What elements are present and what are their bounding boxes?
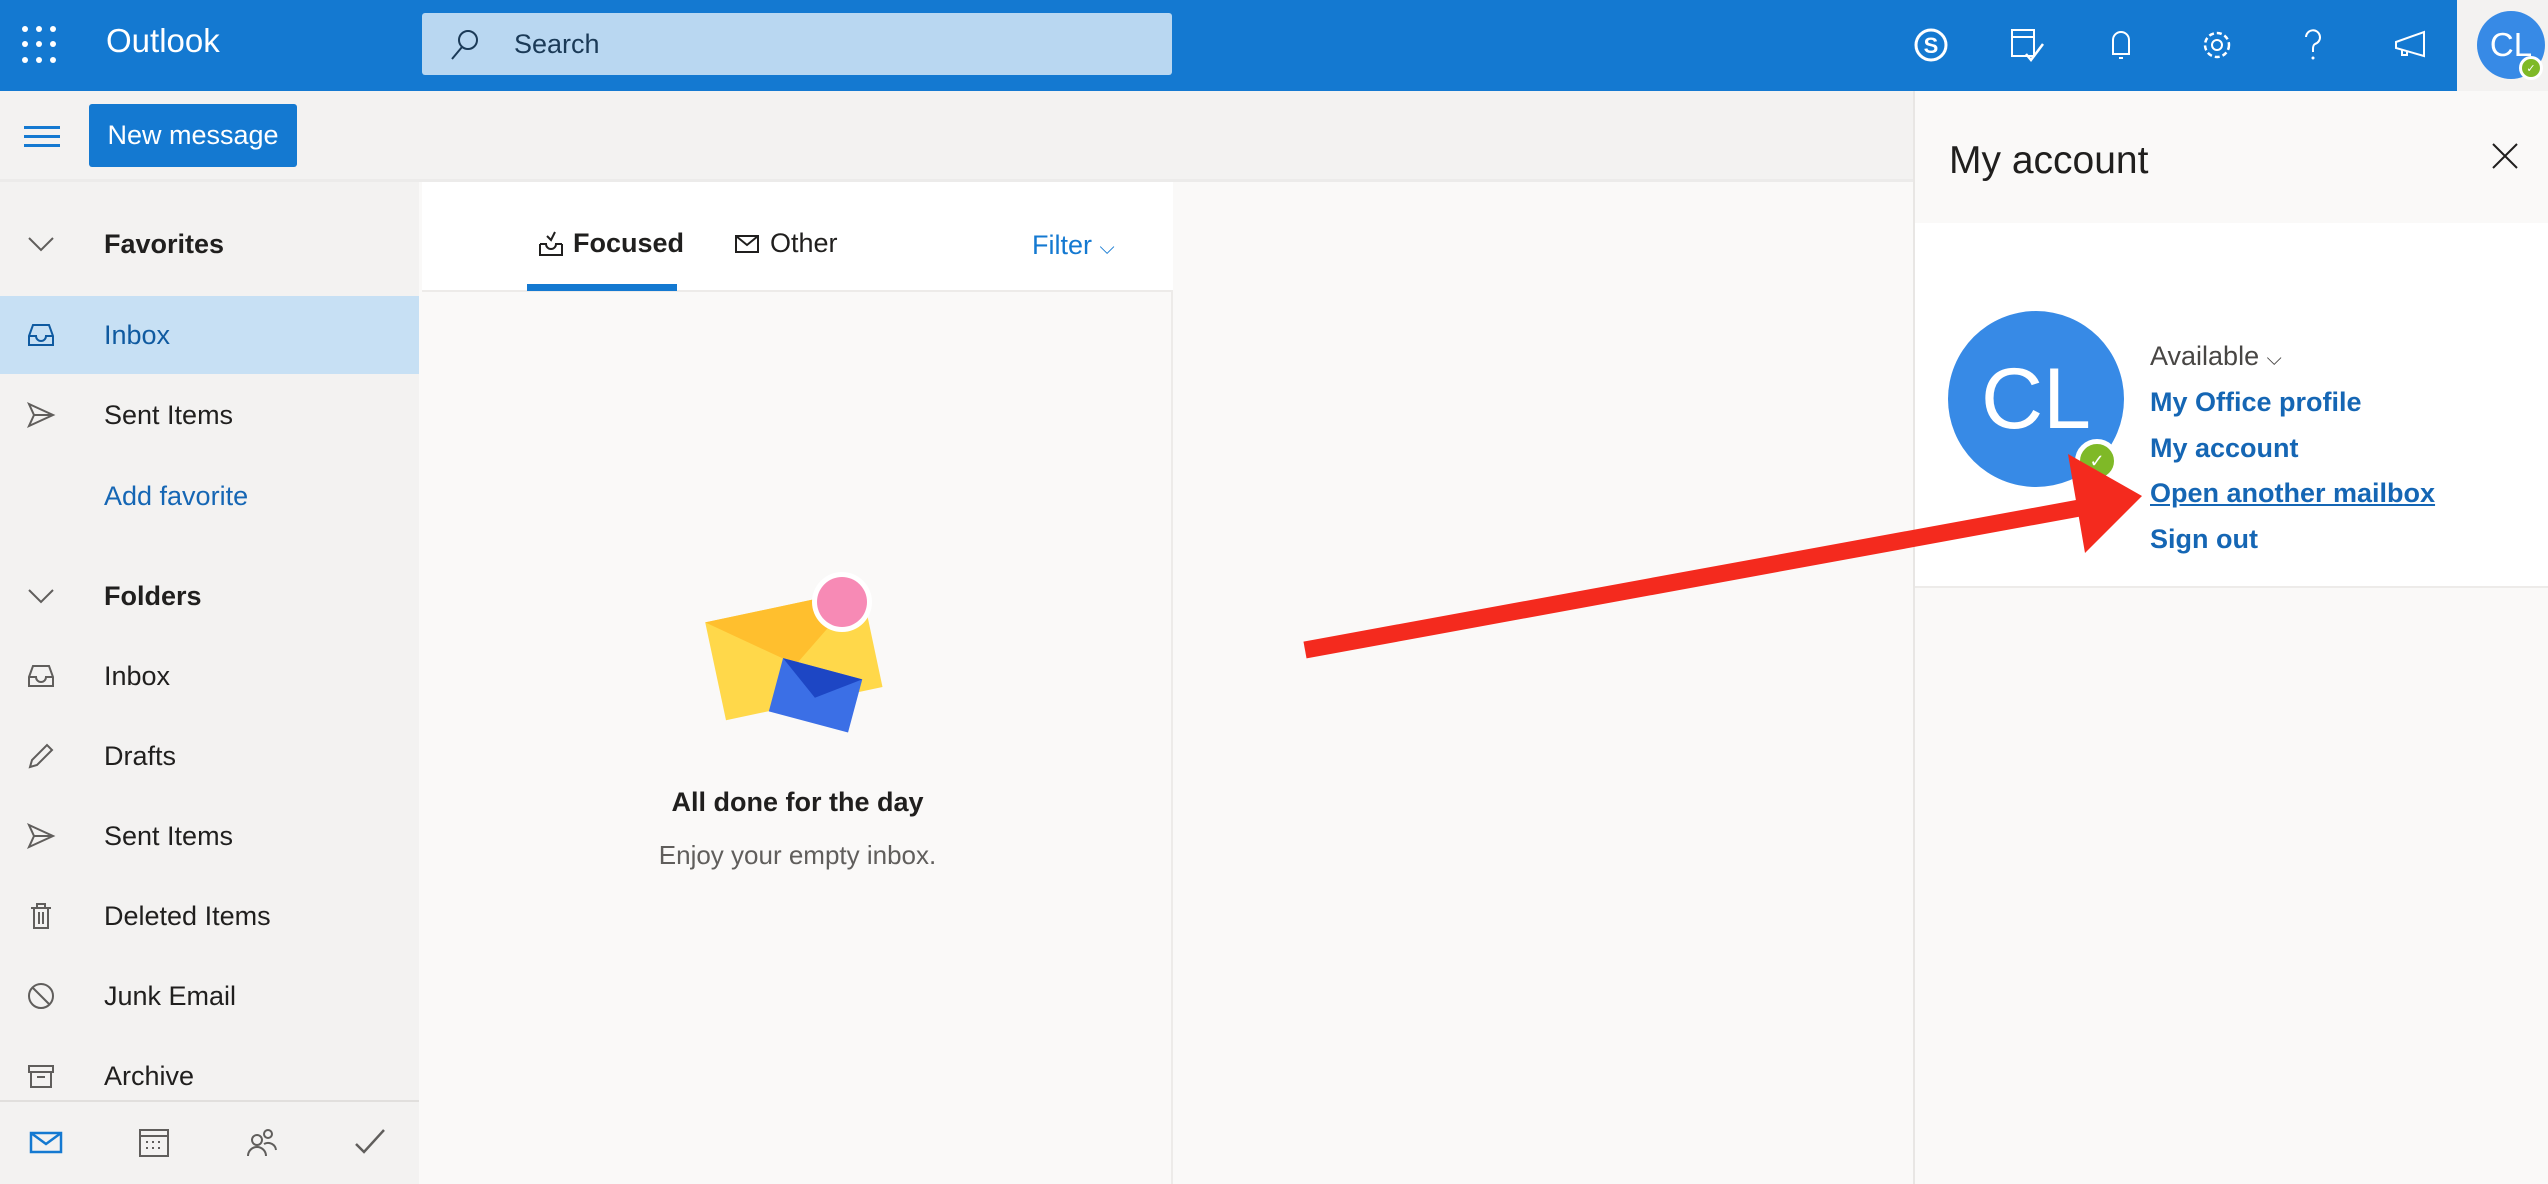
sidebar-item-inbox[interactable]: Inbox [0, 637, 419, 715]
module-switcher [0, 1100, 419, 1184]
sidebar-item-junk-email[interactable]: Junk Email [0, 957, 419, 1035]
pencil-icon [28, 743, 54, 769]
blocked-icon [28, 983, 54, 1009]
add-favorite-link[interactable]: Add favorite [0, 457, 419, 535]
empty-state-subtitle: Enjoy your empty inbox. [658, 840, 937, 870]
tab-label: Other [770, 228, 838, 258]
active-tab-indicator [527, 284, 677, 291]
chevron-down-icon: ⌵ [1099, 237, 1115, 259]
filter-button[interactable]: Filter ⌵ [1032, 230, 1115, 261]
sidebar-item-drafts[interactable]: Drafts [0, 717, 419, 795]
message-list-header: Focused Other Filter ⌵ [422, 182, 1173, 292]
trash-icon [31, 903, 51, 929]
tab-label: Focused [573, 228, 685, 258]
svg-text:S: S [1924, 33, 1939, 58]
presence-status-dropdown[interactable]: Available ⌵ [2150, 341, 2282, 372]
my-day-icon[interactable] [2004, 22, 2050, 68]
other-mail-icon [735, 234, 759, 253]
sidebar-item-label: Inbox [104, 319, 171, 350]
bell-icon[interactable] [2098, 22, 2144, 68]
folders-header[interactable]: Folders [0, 557, 419, 635]
message-list: Focused Other Filter ⌵ All done for the … [422, 182, 1173, 1184]
top-bar: Outlook Search S [0, 0, 2548, 91]
presence-available-icon: ✓ [2519, 56, 2543, 80]
sidebar-item-label: Junk Email [104, 980, 237, 1011]
folders-label: Folders [104, 580, 202, 611]
sidebar-item-label: Archive [104, 1060, 195, 1091]
my-office-profile-link[interactable]: My Office profile [2150, 387, 2362, 418]
focused-inbox-icon [539, 231, 563, 256]
sidebar-item-favorite-sent[interactable]: Sent Items [0, 376, 419, 454]
send-icon [26, 822, 56, 850]
favorites-header[interactable]: Favorites [0, 205, 419, 283]
empty-inbox-illustration [705, 572, 883, 733]
app-launcher-icon[interactable] [22, 26, 62, 66]
sidebar-item-label: Deleted Items [104, 900, 271, 931]
search-placeholder: Search [514, 29, 600, 59]
sidebar-item-label: Sent Items [104, 399, 234, 430]
skype-icon[interactable]: S [1908, 22, 1954, 68]
search-input[interactable]: Search [422, 13, 1172, 75]
feedback-megaphone-icon[interactable] [2388, 22, 2434, 68]
sidebar-item-sent-items[interactable]: Sent Items [0, 797, 419, 875]
sidebar-item-label: Drafts [104, 740, 177, 771]
gear-icon[interactable] [2194, 22, 2240, 68]
inbox-icon [28, 324, 54, 346]
sidebar-item-label: Inbox [104, 660, 171, 691]
mail-icon[interactable] [28, 1124, 64, 1160]
sidebar-item-label: Sent Items [104, 820, 234, 851]
sign-out-link[interactable]: Sign out [2150, 524, 2258, 555]
favorites-label: Favorites [104, 228, 225, 259]
archive-icon [28, 1065, 54, 1088]
empty-state-title: All done for the day [671, 787, 924, 817]
sidebar-item-favorite-inbox[interactable]: Inbox [0, 296, 419, 374]
hamburger-menu-icon[interactable] [24, 126, 60, 148]
people-icon[interactable] [244, 1124, 280, 1160]
my-account-link[interactable]: My account [2150, 433, 2299, 464]
search-icon [451, 30, 478, 60]
filter-label: Filter [1032, 230, 1092, 260]
tab-other[interactable]: Other [734, 228, 838, 259]
inbox-icon [28, 665, 54, 687]
panel-title: My account [1949, 139, 2149, 182]
account-button[interactable]: CL ✓ [2457, 0, 2548, 91]
close-icon[interactable] [2490, 141, 2520, 171]
todo-icon[interactable] [352, 1124, 388, 1160]
app-title[interactable]: Outlook [106, 22, 220, 60]
my-account-panel: My account CL ✓ Available ⌵ My Office pr… [1913, 91, 2548, 1184]
account-card: CL ✓ Available ⌵ My Office profile My ac… [1915, 223, 2548, 588]
presence-available-icon: ✓ [2075, 439, 2119, 483]
open-another-mailbox-link[interactable]: Open another mailbox [2150, 478, 2435, 509]
status-label: Available [2150, 341, 2260, 371]
chevron-down-icon: ⌵ [2266, 348, 2282, 370]
chevron-down-icon [28, 237, 54, 252]
new-message-button[interactable]: New message [89, 104, 297, 167]
calendar-icon[interactable] [136, 1124, 172, 1160]
sidebar-item-deleted-items[interactable]: Deleted Items [0, 877, 419, 955]
send-icon [26, 401, 56, 429]
tab-focused[interactable]: Focused [537, 228, 684, 259]
folder-pane: Favorites Inbox Sent Items Add favorite … [0, 182, 419, 1184]
add-favorite-label: Add favorite [104, 480, 249, 511]
chevron-down-icon [28, 589, 54, 604]
help-icon[interactable] [2290, 22, 2336, 68]
